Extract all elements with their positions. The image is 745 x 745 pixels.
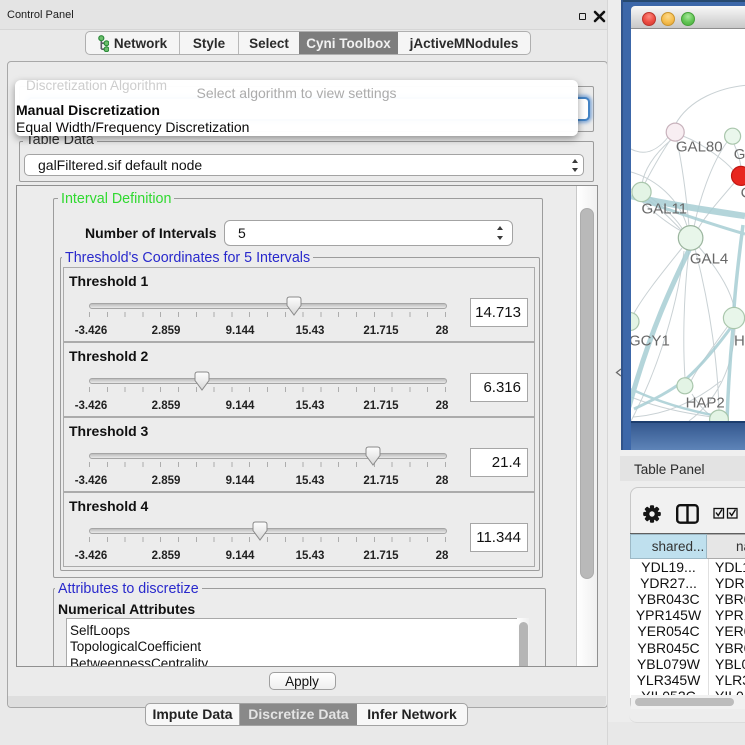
svg-text:HAP2: HAP2 (686, 395, 725, 412)
svg-text:C: C (741, 185, 745, 202)
svg-text:GA: GA (734, 146, 745, 163)
svg-text:GCY1: GCY1 (631, 333, 670, 350)
svg-text:GAL80: GAL80 (676, 139, 723, 156)
svg-text:GAL4: GAL4 (690, 251, 728, 268)
svg-text:GAL11: GAL11 (642, 201, 688, 218)
svg-text:H: H (734, 333, 745, 350)
